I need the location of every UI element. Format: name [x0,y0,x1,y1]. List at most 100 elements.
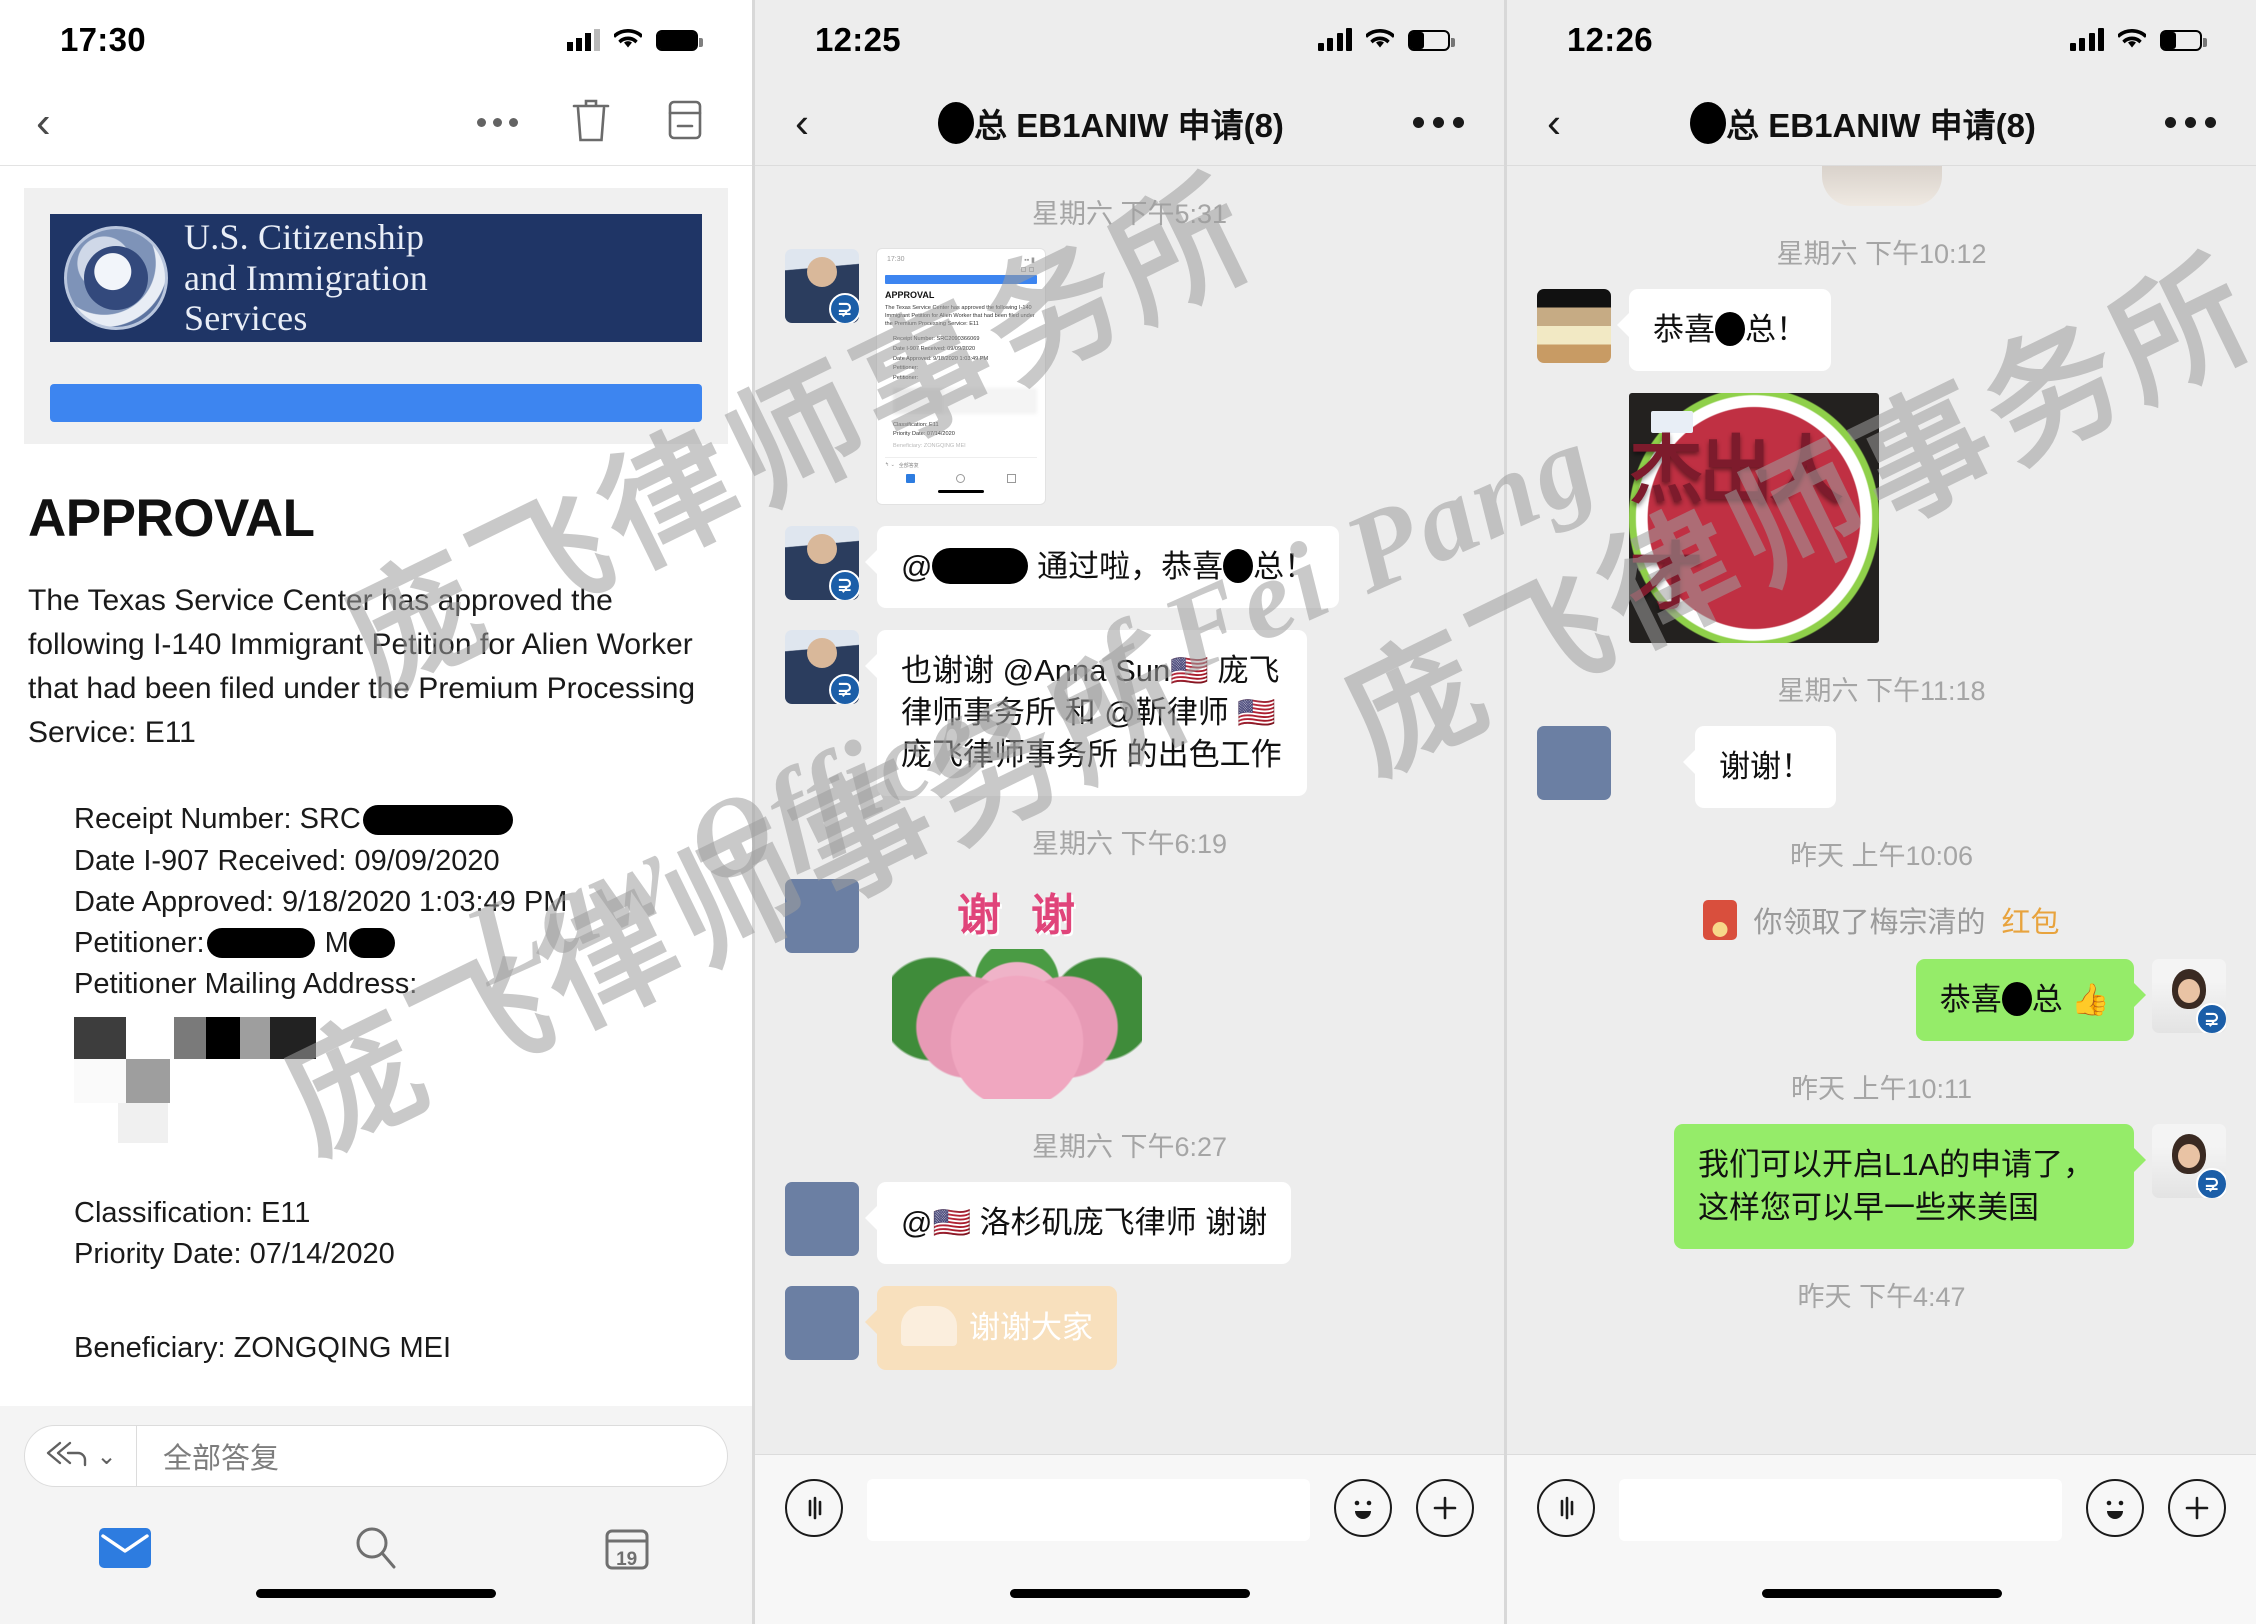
avatar[interactable]: ⊋ [785,629,859,704]
more-options-icon[interactable] [2165,117,2216,128]
middle-status-bar: 12:25 [755,0,1504,80]
sticker-char-1: 谢 [957,891,1003,941]
avatar[interactable] [1537,289,1611,363]
avatar[interactable]: ⊋ [785,249,859,323]
calendar-icon: 19 [604,1525,650,1576]
chat-title: 总 EB1ANIW 申请(8) [1561,99,2165,147]
chat-bubble-outgoing[interactable]: 恭喜总 👍 [1915,959,2147,1042]
field-value: M [324,926,349,959]
address-redaction-row [74,1103,752,1144]
card-paragraph: The Texas Service Center has approved th… [885,305,1035,328]
message-image-card: ⊋ 17:30 ▪▪ ▮ APPROVAL The Texas Service … [755,249,1504,504]
avatar-badge: ⊋ [829,569,859,600]
right-chat-scroll[interactable]: 星期六 下午10:12 恭喜总！ 杰出人才 星期六 下午11:18 谢谢！ 昨 [1507,166,2256,1454]
chat-bubble-sticker[interactable]: 谢谢大家 [865,1286,1117,1370]
uscis-logo-text: U.S. Citizenship and Immigration Service… [184,217,428,339]
carved-watermelon-photo[interactable]: 杰出人才 [1629,393,1879,644]
avatar[interactable]: ⊋ [2152,1124,2226,1199]
redacted-name-dot [2001,982,2032,1017]
chat-bubble[interactable]: 也谢谢 @Anna Sun🇺🇸 庞飞律师事务所 和 @靳律师 🇺🇸 庞飞律师事务… [865,629,1307,797]
logo-line-3: Services [184,298,308,339]
avatar[interactable]: ⊋ [2152,959,2226,1034]
chat-title-text: 总 EB1ANIW 申请(8) [974,106,1284,144]
chat-bubble[interactable]: @ 通过啦，恭喜 总！ [864,525,1340,608]
uscis-logo-block: U.S. Citizenship and Immigration Service… [24,188,728,444]
mail-tab-bar: 19 [0,1506,752,1624]
battery-low-icon [1408,29,1455,51]
reply-input-pill[interactable]: ⌄ 全部答复 [24,1425,728,1487]
screenshot-stage: 17:30 ‹ U.S. Citizenship and Immigration… [0,0,2259,1624]
roses-thank-you-sticker[interactable]: 谢 谢 [877,879,1157,1100]
signal-dots-icon [567,29,600,51]
chevron-down-icon: ⌄ [96,1442,117,1470]
message-input[interactable] [867,1479,1310,1541]
plus-icon[interactable] [2168,1479,2226,1537]
chat-bubble-outgoing[interactable]: 我们可以开启L1A的申请了，这样您可以早一些来美国 [1674,1124,2146,1249]
message-row: 谢谢！ [1507,726,2256,809]
card-field-petitioner-2: Petitioner: [893,374,919,381]
card-calendar-icon [1007,473,1017,483]
approval-tail: Classification: E11 Priority Date: 07/14… [74,1193,752,1275]
reply-bar: ⌄ 全部答复 [0,1406,752,1506]
sidebar-item-mail[interactable] [65,1520,185,1580]
redaction-bar [348,928,395,959]
more-options-button[interactable] [477,118,518,127]
archive-button[interactable] [664,96,706,149]
system-message-red-packet[interactable]: 你领取了梅宗清的 红包 [1507,899,2256,941]
dhs-seal-icon [64,226,168,330]
bubble-text-c: 总！ [1253,548,1316,584]
timestamp-divider: 星期六 下午11:18 [1777,676,1986,707]
card-toolbar [885,267,1037,272]
card-field-classification: Classification: E11 [893,421,939,428]
voice-icon[interactable] [1537,1479,1595,1537]
right-nav-bar: ‹ 总 EB1ANIW 申请(8) [1507,80,2256,166]
middle-chat-scroll[interactable]: 星期六 下午5:31 ⊋ 17:30 ▪▪ ▮ APPROVAL The Tex… [755,166,1504,1454]
wifi-icon [2118,29,2146,51]
voice-icon[interactable] [785,1479,843,1537]
avatar[interactable] [1537,726,1611,801]
bubble-text-b: 通过啦，恭喜 [1028,548,1224,584]
more-dots-icon [477,118,518,127]
back-button[interactable]: ‹ [795,101,809,144]
chat-bubble[interactable]: 谢谢！ [1683,726,1836,809]
partial-sticker-above [1507,166,2256,206]
avatar-badge: ⊋ [2196,1168,2226,1199]
status-time: 17:30 [60,21,146,58]
bubble-text-a: 恭喜 [1653,312,1715,347]
shared-screenshot-card[interactable]: 17:30 ▪▪ ▮ APPROVAL The Texas Service Ce… [877,249,1045,504]
chat-bubble[interactable]: 恭喜 总！ [1617,289,1831,372]
avatar[interactable]: ⊋ [785,525,859,600]
chat-bubble[interactable]: @🇺🇸 洛杉矶庞飞律师 谢谢 [864,1182,1292,1265]
card-field-received: Date I-907 Received: 09/09/2020 [893,345,976,352]
avatar[interactable] [785,879,859,954]
card-status-bar: 17:30 ▪▪ ▮ [885,256,1037,267]
status-indicators [2069,28,2207,51]
emoji-icon[interactable] [1334,1479,1392,1537]
watermelon-carved-text: 杰出人才 [1629,429,1843,620]
back-button[interactable]: ‹ [1547,101,1561,144]
card-field-approved: Date Approved: 9/18/2020 1:03:49 PM [893,355,989,362]
partial-sticker-icon [1821,166,1942,206]
reply-all-button[interactable]: ⌄ [25,1426,137,1486]
blue-divider-bar [50,384,702,422]
archive-icon [664,96,706,149]
avatar[interactable] [785,1286,859,1361]
message-sticker: 谢 谢 [755,879,1504,1100]
avatar[interactable] [785,1182,859,1257]
redacted-name-dot [1690,101,1727,144]
more-options-icon[interactable] [1413,117,1464,128]
right-status-bar: 12:26 [1507,0,2256,80]
emoji-icon[interactable] [2086,1479,2144,1537]
field-date-received: Date I-907 Received: 09/09/2020 [74,844,500,877]
message-row-outgoing: 恭喜总 👍 ⊋ [1507,959,2256,1042]
right-input-bar [1507,1454,2256,1624]
sidebar-item-calendar[interactable]: 19 [567,1520,687,1580]
back-button[interactable]: ‹ [36,100,51,145]
message-input[interactable] [1619,1479,2062,1541]
status-indicators [567,29,703,51]
card-field-receipt: Receipt Number: SRC2090366069 [893,336,980,343]
redacted-name-dot [1223,548,1254,583]
delete-button[interactable] [570,96,612,149]
sidebar-item-search[interactable] [316,1520,436,1580]
plus-icon[interactable] [1416,1479,1474,1537]
